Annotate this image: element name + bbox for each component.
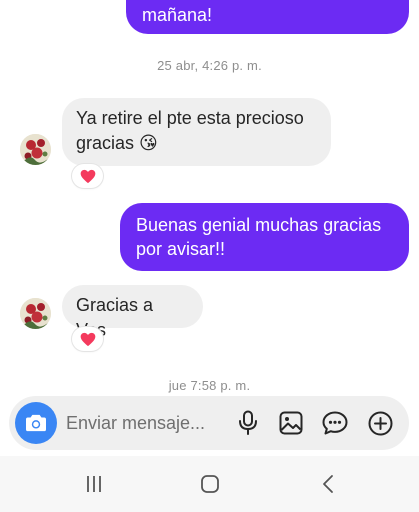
message-incoming[interactable]: Gracias a Vos (62, 285, 203, 340)
add-button[interactable] (367, 410, 393, 436)
heart-icon (80, 169, 95, 183)
heart-reaction[interactable] (72, 327, 103, 351)
message-incoming[interactable]: Ya retire el pte esta precioso gracias 😘 (62, 98, 331, 166)
message-text-line: Ya retire el pte esta precioso (76, 108, 304, 128)
recent-apps-icon (87, 476, 101, 492)
heart-reaction[interactable] (72, 164, 103, 188)
avatar-image (20, 134, 51, 165)
message-input[interactable] (66, 396, 226, 450)
avatar[interactable] (20, 134, 51, 165)
avatar[interactable] (20, 298, 51, 329)
message-outgoing[interactable]: mañana! (126, 0, 409, 34)
message-text: mañana! (142, 5, 213, 25)
home-button[interactable] (195, 472, 225, 496)
gallery-icon (279, 411, 303, 435)
camera-button[interactable] (15, 402, 57, 444)
sticker-icon (322, 411, 348, 435)
back-button[interactable] (313, 472, 343, 496)
system-navigation-bar (0, 456, 419, 512)
back-icon (323, 475, 333, 493)
message-text-line: por avisar!! (136, 239, 226, 259)
recent-apps-button[interactable] (79, 472, 109, 496)
heart-icon (80, 332, 95, 346)
microphone-button[interactable] (235, 410, 261, 436)
home-icon (201, 475, 219, 493)
avatar-image (20, 298, 51, 329)
sticker-button[interactable] (322, 410, 348, 436)
camera-icon (26, 414, 46, 432)
timestamp: jue 7:58 p. m. (168, 378, 251, 393)
message-text-line: gracias 😘 (76, 133, 158, 153)
add-icon (368, 411, 392, 435)
timestamp: 25 abr, 4:26 p. m. (157, 58, 262, 73)
message-text-line: Buenas genial muchas gracias (136, 215, 382, 235)
message-composer (9, 396, 409, 450)
message-outgoing[interactable]: Buenas genial muchas gracias por avisar!… (120, 203, 409, 271)
chat-screen: mañana! 25 abr, 4:26 p. m. Ya retire el … (0, 0, 419, 512)
gallery-button[interactable] (278, 410, 304, 436)
microphone-icon (239, 410, 257, 435)
